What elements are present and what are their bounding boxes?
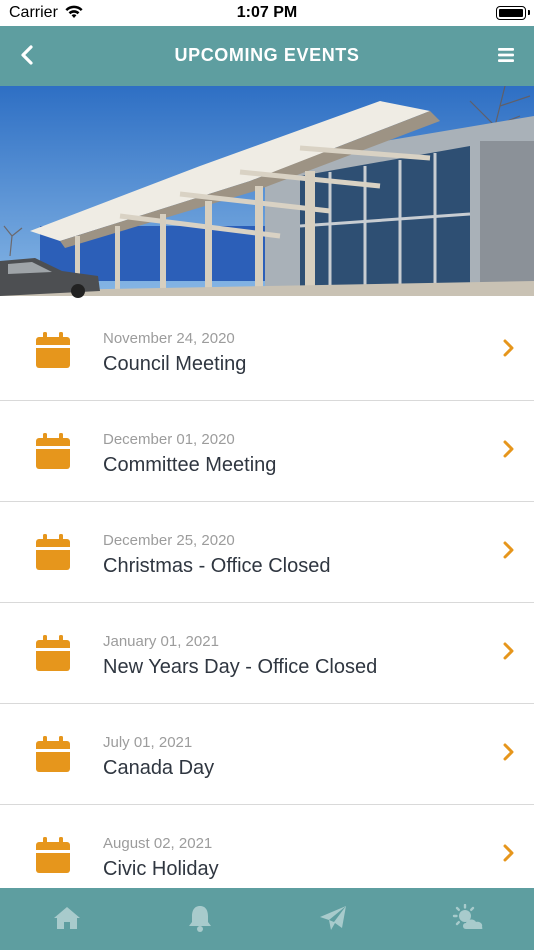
list-item[interactable]: December 25, 2020 Christmas - Office Clo…: [0, 502, 534, 603]
event-title: Canada Day: [103, 757, 215, 779]
hamburger-menu-icon[interactable]: [496, 43, 520, 67]
event-date: December 01, 2020: [103, 431, 235, 448]
chevron-right-icon: [503, 743, 514, 761]
event-title: Committee Meeting: [103, 454, 277, 476]
calendar-icon: [36, 837, 70, 873]
list-item[interactable]: December 01, 2020 Committee Meeting: [0, 401, 534, 502]
calendar-icon: [36, 332, 70, 368]
clock: 1:07 PM: [236, 4, 298, 21]
list-item[interactable]: July 01, 2021 Canada Day: [0, 704, 534, 805]
weather-icon[interactable]: [452, 904, 486, 932]
event-title: New Years Day - Office Closed: [103, 656, 378, 678]
calendar-icon: [36, 736, 70, 772]
event-title: Christmas - Office Closed: [103, 555, 331, 577]
calendar-icon: [36, 635, 70, 671]
battery-icon: [496, 6, 530, 20]
event-date: December 25, 2020: [103, 532, 235, 549]
event-title: Civic Holiday: [103, 858, 219, 880]
home-icon[interactable]: [52, 904, 82, 932]
calendar-icon: [36, 433, 70, 469]
list-item[interactable]: August 02, 2021 Civic Holiday: [0, 805, 534, 888]
event-title: Council Meeting: [103, 353, 247, 375]
chevron-right-icon: [503, 440, 514, 458]
chevron-right-icon: [503, 642, 514, 660]
event-date: July 01, 2021: [103, 734, 193, 751]
list-item[interactable]: January 01, 2021 New Years Day - Office …: [0, 603, 534, 704]
page-title: UPCOMING EVENTS: [174, 45, 360, 65]
event-date: August 02, 2021: [103, 835, 213, 852]
hero-image: [0, 86, 534, 316]
list-item[interactable]: November 24, 2020 Council Meeting: [0, 300, 534, 401]
paper-plane-icon[interactable]: [318, 904, 348, 932]
calendar-icon: [36, 534, 70, 570]
chevron-right-icon: [503, 844, 514, 862]
status-bar: Carrier 1:07 PM: [0, 0, 534, 26]
chevron-right-icon: [503, 339, 514, 357]
building-photo: [0, 86, 534, 316]
nav-bar: UPCOMING EVENTS: [0, 26, 534, 86]
event-date: November 24, 2020: [103, 330, 235, 347]
events-list: November 24, 2020 Council Meeting Decemb…: [0, 300, 534, 888]
tab-bar: [0, 888, 534, 950]
chevron-right-icon: [503, 541, 514, 559]
bell-icon[interactable]: [185, 904, 215, 932]
event-date: January 01, 2021: [103, 633, 219, 650]
